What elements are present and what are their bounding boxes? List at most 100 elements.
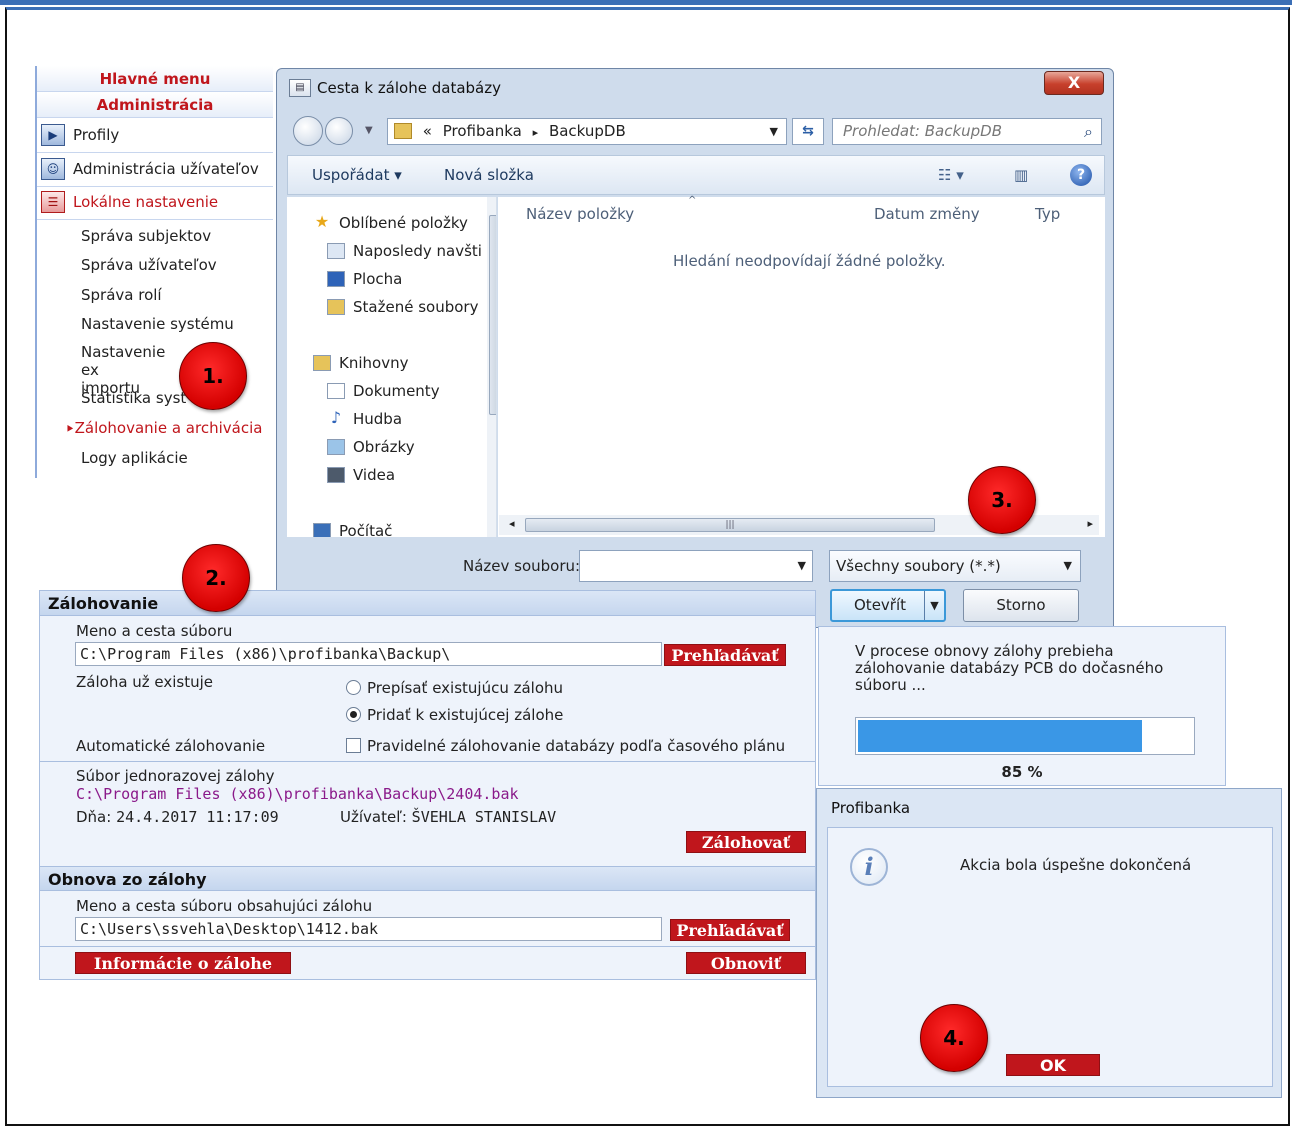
cancel-button[interactable]: Storno bbox=[963, 589, 1079, 622]
open-file-dialog: ▤ Cesta k zálohe databázy X ▼ « Profiban… bbox=[276, 68, 1114, 628]
new-folder-button[interactable]: Nová složka bbox=[444, 166, 534, 184]
local-settings-icon: ☰ bbox=[41, 191, 65, 213]
profiles-icon: ▶ bbox=[41, 124, 65, 146]
message-box: Profibanka i Akcia bola úspešne dokončen… bbox=[816, 788, 1282, 1098]
main-menu: Hlavné menu Administrácia ▶ Profily ☺ Ad… bbox=[35, 66, 273, 478]
step-marker-4: 4. bbox=[920, 1004, 988, 1072]
downloads-folder-icon bbox=[327, 299, 345, 315]
scroll-thumb[interactable]: ||| bbox=[525, 518, 935, 532]
submenu-statistics[interactable]: Štatistika syst bbox=[81, 389, 186, 407]
nav-libraries[interactable]: Knihovny bbox=[313, 351, 408, 375]
menu-header-admin[interactable]: Administrácia bbox=[37, 92, 273, 118]
active-marker-icon: ⯈ bbox=[65, 422, 75, 436]
column-name[interactable]: Název položky bbox=[526, 205, 634, 223]
nav-desktop[interactable]: Plocha bbox=[327, 267, 402, 291]
submenu-backup-archive[interactable]: ⯈Zálohovanie a archivácia bbox=[65, 419, 262, 438]
history-dropdown-icon[interactable]: ▼ bbox=[365, 125, 373, 136]
menu-header-main[interactable]: Hlavné menu bbox=[37, 66, 273, 92]
backup-browse-button[interactable]: Prehľadávať bbox=[664, 644, 786, 666]
column-date[interactable]: Datum změny bbox=[874, 205, 980, 223]
filename-input[interactable]: ▼ bbox=[579, 550, 813, 582]
ok-button[interactable]: OK bbox=[1006, 1054, 1100, 1076]
nav-videos[interactable]: Videa bbox=[327, 463, 395, 487]
nav-pictures[interactable]: Obrázky bbox=[327, 435, 415, 459]
auto-backup-label: Automatické zálohovanie bbox=[76, 737, 266, 755]
sort-up-icon: ^ bbox=[688, 195, 697, 206]
radio-button[interactable] bbox=[346, 680, 361, 695]
nav-music[interactable]: ♪ Hudba bbox=[327, 407, 402, 431]
breadcrumb-separator-icon: ▸ bbox=[532, 126, 539, 139]
radio-button-selected[interactable] bbox=[346, 707, 361, 722]
nav-favorites[interactable]: ★ Oblíbené položky bbox=[313, 211, 468, 235]
column-type[interactable]: Typ bbox=[1035, 205, 1060, 223]
nav-documents[interactable]: Dokumenty bbox=[327, 379, 440, 403]
auto-backup-checkbox[interactable]: Pravidelné zálohovanie databázy podľa ča… bbox=[346, 737, 785, 755]
backup-path-label: Meno a cesta súboru bbox=[76, 622, 233, 640]
submenu-users[interactable]: Správa užívateľov bbox=[81, 256, 217, 274]
submenu-app-logs[interactable]: Logy aplikácie bbox=[81, 449, 188, 467]
address-bar[interactable]: « Profibanka ▸ BackupDB ▼ bbox=[387, 118, 787, 145]
message-title: Profibanka bbox=[831, 799, 911, 817]
info-icon: i bbox=[850, 848, 888, 886]
submenu-roles[interactable]: Správa rolí bbox=[81, 286, 162, 304]
single-backup-label: Súbor jednorazovej zálohy bbox=[76, 767, 275, 785]
search-icon[interactable]: ⌕ bbox=[1084, 119, 1093, 144]
backup-button[interactable]: Zálohovať bbox=[686, 831, 806, 853]
organize-button[interactable]: Uspořádat ▾ bbox=[312, 166, 402, 184]
search-input[interactable]: Prohledat: BackupDB ⌕ bbox=[832, 118, 1102, 145]
menu-divider bbox=[37, 152, 273, 153]
backup-date: Dňa: 24.4.2017 11:17:09 bbox=[76, 808, 279, 826]
restore-path-label: Meno a cesta súboru obsahujúci zálohu bbox=[76, 897, 373, 915]
nav-scrollbar[interactable] bbox=[487, 197, 496, 537]
close-button[interactable]: X bbox=[1044, 71, 1104, 95]
back-button[interactable] bbox=[293, 116, 323, 146]
user-admin-icon: ☺ bbox=[41, 158, 65, 180]
submenu-system-settings[interactable]: Nastavenie systému bbox=[81, 315, 234, 333]
radio-append[interactable]: Pridať k existujúcej zálohe bbox=[346, 706, 563, 724]
menu-item-profiles[interactable]: ▶ Profily bbox=[41, 120, 119, 150]
view-options-icon[interactable]: ☷ ▾ bbox=[938, 166, 964, 184]
recent-places-icon bbox=[327, 243, 345, 259]
menu-item-local-settings[interactable]: ☰ Lokálne nastavenie bbox=[41, 187, 218, 217]
chevron-down-icon[interactable]: ▼ bbox=[798, 559, 806, 572]
chevron-down-icon: ▼ bbox=[1063, 559, 1072, 572]
dialog-window-icon: ▤ bbox=[289, 79, 311, 97]
restore-path-input[interactable]: C:\Users\ssvehla\Desktop\1412.bak bbox=[75, 917, 662, 941]
menu-item-user-admin[interactable]: ☺ Administrácia užívateľov bbox=[41, 154, 259, 184]
nav-computer[interactable]: Počítač bbox=[313, 519, 392, 537]
breadcrumb-profibanka[interactable]: Profibanka bbox=[443, 122, 522, 140]
nav-recent[interactable]: Naposledy navšti bbox=[327, 239, 482, 263]
scroll-left-icon[interactable]: ◂ bbox=[509, 517, 515, 530]
filetype-select[interactable]: Všechny soubory (*.*) ▼ bbox=[829, 550, 1081, 582]
radio-overwrite[interactable]: Prepísať existujúcu zálohu bbox=[346, 679, 563, 697]
restore-button[interactable]: Obnoviť bbox=[686, 952, 806, 974]
step-marker-3: 3. bbox=[968, 466, 1036, 534]
divider bbox=[40, 946, 815, 947]
backup-exists-label: Záloha už existuje bbox=[76, 673, 214, 691]
message-text: Akcia bola úspešne dokončená bbox=[960, 856, 1192, 874]
backup-info-button[interactable]: Informácie o zálohe bbox=[75, 952, 291, 974]
single-backup-path: C:\Program Files (x86)\profibanka\Backup… bbox=[76, 785, 519, 803]
navigation-pane: ★ Oblíbené položky Naposledy navšti Ploch… bbox=[287, 197, 497, 537]
breadcrumb-backupdb[interactable]: BackupDB bbox=[549, 122, 626, 140]
libraries-icon bbox=[313, 355, 331, 371]
music-note-icon: ♪ bbox=[330, 408, 342, 427]
nav-downloads[interactable]: Stažené soubory bbox=[327, 295, 478, 319]
scroll-right-icon[interactable]: ▸ bbox=[1087, 517, 1093, 530]
menu-divider bbox=[37, 219, 273, 220]
backup-path-input[interactable]: C:\Program Files (x86)\profibanka\Backup… bbox=[75, 642, 662, 666]
refresh-icon[interactable]: ⇆ bbox=[792, 118, 824, 145]
chevron-down-icon[interactable]: ▼ bbox=[770, 119, 778, 144]
help-icon[interactable]: ? bbox=[1070, 164, 1092, 186]
desktop-icon bbox=[327, 271, 345, 287]
divider bbox=[40, 761, 815, 762]
restore-browse-button[interactable]: Prehľadávať bbox=[670, 919, 790, 941]
open-button[interactable]: Otevřít ▼ bbox=[830, 589, 946, 622]
forward-button[interactable] bbox=[325, 117, 353, 145]
checkbox[interactable] bbox=[346, 738, 361, 753]
scroll-thumb[interactable] bbox=[489, 215, 496, 415]
chevron-down-icon[interactable]: ▼ bbox=[924, 591, 944, 620]
submenu-subjects[interactable]: Správa subjektov bbox=[81, 227, 211, 245]
progress-message: V procese obnovy zálohy prebieha zálohov… bbox=[855, 642, 1164, 694]
preview-pane-icon[interactable]: ▥ bbox=[1014, 166, 1028, 184]
